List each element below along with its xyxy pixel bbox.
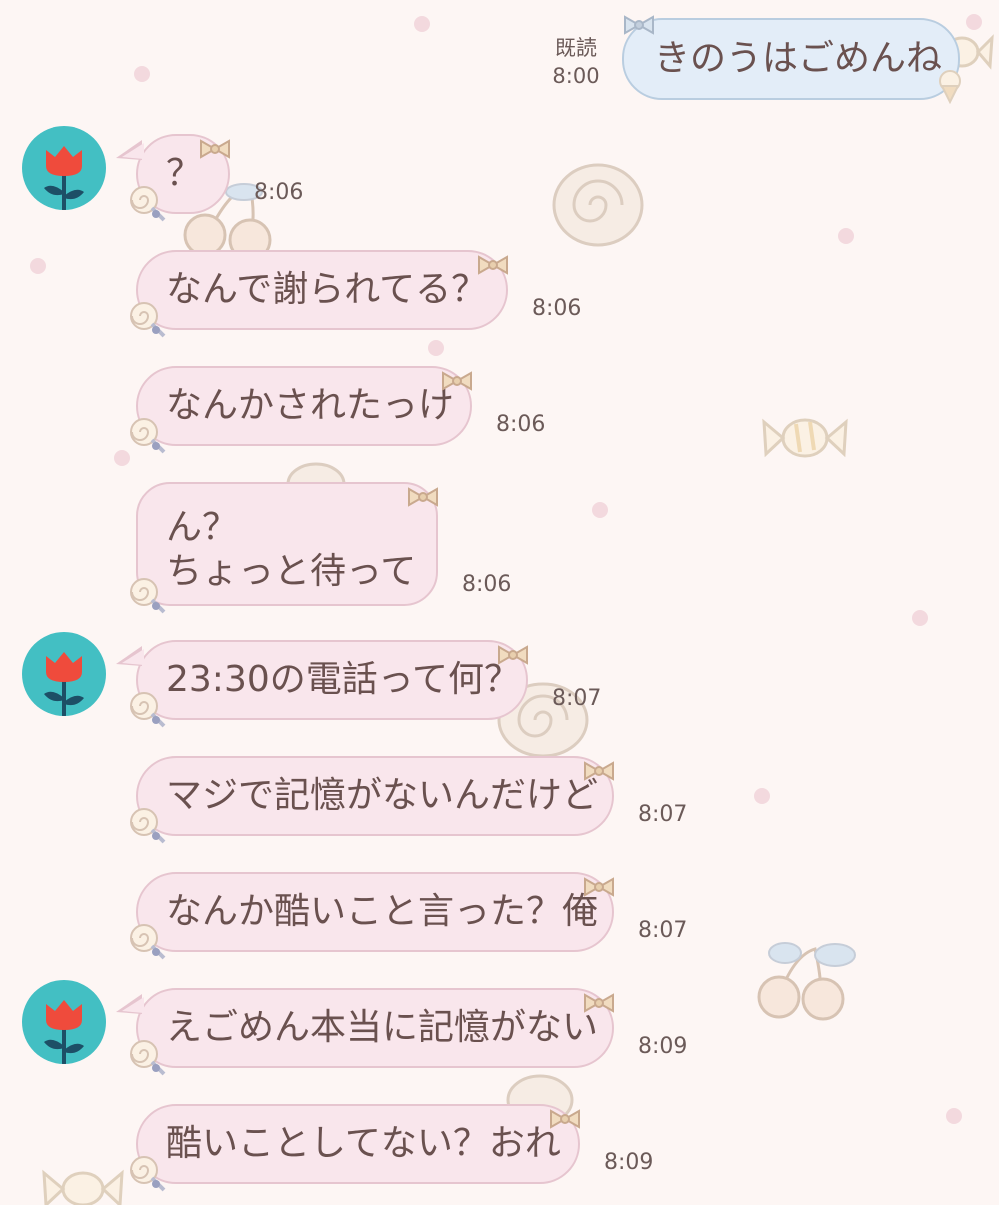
- friend-avatar[interactable]: [22, 980, 106, 1064]
- bow-icon: [584, 761, 614, 781]
- message-text: えごめん本当に記憶がない: [166, 1007, 599, 1048]
- bow-icon: [584, 993, 614, 1013]
- received-message-bubble[interactable]: 23:30の電話って何？: [116, 640, 528, 728]
- read-label: 既読: [555, 36, 597, 60]
- message-time: 8:09: [638, 1034, 688, 1059]
- ice-cream-icon: [939, 70, 961, 104]
- lollipop-icon: [130, 924, 166, 960]
- tulip-icon: [44, 652, 84, 716]
- tulip-icon: [44, 146, 84, 210]
- received-message-bubble[interactable]: なんか酷いこと言った？俺: [130, 872, 614, 960]
- bow-icon: [624, 15, 654, 35]
- message-text: 23:30の電話って何？: [166, 659, 520, 700]
- lollipop-icon: [130, 578, 166, 614]
- message-text: なんで謝られてる？: [166, 269, 488, 310]
- lollipop-icon: [130, 808, 166, 844]
- bow-icon: [408, 487, 438, 507]
- message-time: 8:06: [532, 296, 582, 321]
- bow-icon: [498, 645, 528, 665]
- background-dot: [966, 14, 982, 30]
- tulip-icon: [44, 1000, 84, 1064]
- background-dot: [754, 788, 770, 804]
- read-receipt: 既読 8:00: [548, 34, 604, 90]
- background-dot: [134, 66, 150, 82]
- message-time: 8:06: [462, 572, 512, 597]
- friend-avatar[interactable]: [22, 632, 106, 716]
- message-text: 酷いことしてない？おれ: [166, 1123, 561, 1164]
- candy-icon: [762, 418, 848, 458]
- lollipop-icon: [130, 302, 166, 338]
- received-message-bubble[interactable]: えごめん本当に記憶がない: [116, 988, 614, 1076]
- lollipop-icon: [130, 692, 166, 728]
- bow-icon: [550, 1109, 580, 1129]
- message-text: ん？ ちょっと待って: [166, 507, 417, 592]
- cherry-icon: [757, 942, 856, 1021]
- bow-icon: [442, 371, 472, 391]
- lollipop-icon: [130, 1156, 166, 1192]
- background-dot: [946, 1108, 962, 1124]
- message-time: 8:07: [638, 918, 688, 943]
- background-dot: [912, 610, 928, 626]
- received-message-bubble[interactable]: なんかされたっけ: [130, 366, 472, 454]
- message-text: マジで記憶がないんだけど: [166, 775, 599, 816]
- message-time: 8:00: [552, 64, 600, 88]
- background-dot: [414, 16, 430, 32]
- message-text: ？: [166, 153, 203, 194]
- message-time: 8:09: [604, 1150, 654, 1175]
- bow-icon: [478, 255, 508, 275]
- message-time: 8:06: [496, 412, 546, 437]
- bow-icon: [584, 877, 614, 897]
- lollipop-icon: [130, 186, 166, 222]
- background-dot: [428, 340, 444, 356]
- lollipop-icon: [130, 418, 166, 454]
- message-text: なんか酷いこと言った？俺: [166, 891, 599, 932]
- friend-avatar[interactable]: [22, 126, 106, 210]
- candy-icon: [42, 1169, 124, 1205]
- received-message-bubble[interactable]: ん？ ちょっと待って: [130, 482, 438, 614]
- message-time: 8:07: [552, 686, 602, 711]
- message-text: きのうはごめんね: [654, 38, 943, 79]
- message-time: 8:07: [638, 802, 688, 827]
- background-dot: [838, 228, 854, 244]
- bow-icon: [200, 139, 230, 159]
- received-message-bubble[interactable]: ？: [116, 134, 230, 222]
- lollipop-icon: [130, 1040, 166, 1076]
- sent-message-bubble[interactable]: きのうはごめんね: [622, 15, 961, 104]
- background-dot: [30, 258, 46, 274]
- background-dot: [592, 502, 608, 518]
- rose-icon: [552, 163, 644, 247]
- received-message-bubble[interactable]: 酷いことしてない？おれ: [130, 1104, 580, 1192]
- message-time: 8:06: [254, 180, 304, 205]
- received-message-bubble[interactable]: マジで記憶がないんだけど: [130, 756, 614, 844]
- received-message-bubble[interactable]: なんで謝られてる？: [130, 250, 508, 338]
- message-text: なんかされたっけ: [166, 385, 455, 426]
